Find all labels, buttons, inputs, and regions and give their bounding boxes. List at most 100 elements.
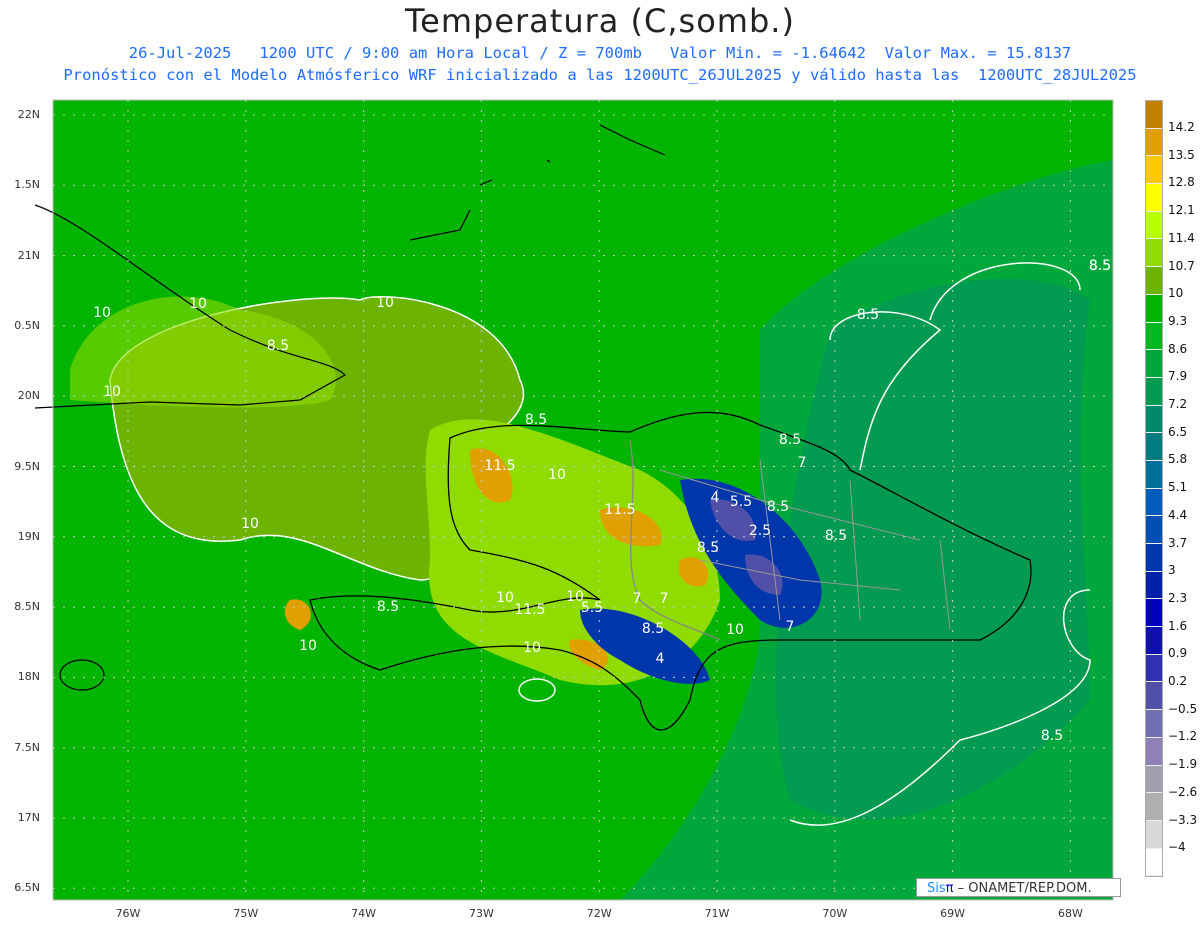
contour-label: 10 <box>189 296 207 312</box>
credit-org: – ONAMET/REP.DOM. <box>953 881 1092 896</box>
contour-label: 8.5 <box>767 499 789 515</box>
contour-label: 8.5 <box>825 528 847 544</box>
lat-tick-label: 1.5N <box>14 178 40 192</box>
colorbar-label: 3.7 <box>1168 535 1188 550</box>
colorbar-label: 10.7 <box>1168 258 1195 273</box>
colorbar-label: 11.4 <box>1168 230 1195 245</box>
lat-tick-label: 6.5N <box>14 881 40 895</box>
colorbar-swatch <box>1146 433 1162 461</box>
lat-tick-label: 9.5N <box>14 459 40 473</box>
colorbar-label: 5.1 <box>1168 480 1188 495</box>
lat-tick-label: 17N <box>17 811 40 824</box>
contour-label: 4 <box>711 490 720 506</box>
lon-tick-label: 74W <box>351 907 377 920</box>
colorbar-swatch <box>1146 737 1162 766</box>
contour-label: 10 <box>496 590 514 606</box>
colorbar-label: 1.6 <box>1168 618 1188 633</box>
lon-tick-label: 73W <box>468 907 494 920</box>
colorbar-label: 14.2 <box>1168 120 1195 134</box>
contour-label: 11.5 <box>604 502 635 518</box>
colorbar-label: 12.1 <box>1168 203 1195 218</box>
contour-label: 11.5 <box>484 458 515 474</box>
colorbar-swatch <box>1146 405 1162 434</box>
colorbar-swatch <box>1146 654 1162 683</box>
colorbar-swatch <box>1146 156 1162 185</box>
lat-tick-label: 22N <box>17 108 40 121</box>
colorbar-swatch <box>1146 544 1162 572</box>
contour-label: 5.5 <box>581 600 603 616</box>
colorbar-label: 10 <box>1168 286 1184 301</box>
lat-tick-label: 18N <box>17 670 40 684</box>
colorbar-swatch <box>1146 793 1162 821</box>
colorbar-label: 9.3 <box>1168 313 1188 328</box>
temperature-map: 10101010108.5108.58.511.5108.54 5.58.5711… <box>34 99 1114 901</box>
colorbar-swatch <box>1146 377 1162 406</box>
contour-label: 8.5 <box>857 307 879 323</box>
colorbar-swatch <box>1146 460 1162 489</box>
colorbar-label: 0.9 <box>1168 646 1188 661</box>
contour-label: 11.5 <box>514 602 545 618</box>
colorbar-label: −3.3 <box>1168 812 1198 827</box>
lon-tick-label: 70W <box>822 907 848 920</box>
lon-tick-label: 71W <box>704 907 730 920</box>
colorbar-label: 6.5 <box>1168 424 1188 439</box>
contour-label: 8.5 <box>377 599 399 615</box>
lon-tick-label: 75W <box>233 907 259 920</box>
colorbar-label: −1.2 <box>1168 729 1198 744</box>
contour-label: 10 <box>548 467 566 483</box>
colorbar-swatch <box>1146 627 1162 655</box>
colorbar-swatch <box>1146 820 1162 849</box>
colorbar-swatch <box>1146 571 1162 600</box>
contour-label: 7 <box>660 591 669 607</box>
contour-label: 10 <box>376 295 394 311</box>
colorbar-label: −2.6 <box>1168 784 1198 799</box>
lon-tick-label: 76W <box>115 907 141 920</box>
lon-tick-label: 69W <box>940 907 966 920</box>
colorbar-label: 12.8 <box>1168 175 1195 190</box>
colorbar-label: −0.5 <box>1168 701 1198 716</box>
colorbar-swatch <box>1146 267 1162 295</box>
colorbar-swatch <box>1146 682 1162 711</box>
contour-label: 8.5 <box>267 338 289 354</box>
lat-tick-label: 7.5N <box>14 740 40 754</box>
lat-tick-label: 8.5N <box>14 600 40 614</box>
colorbar-swatch <box>1146 765 1162 794</box>
colorbar-label: 7.2 <box>1168 397 1188 411</box>
contour-label: 7 <box>633 591 642 607</box>
lat-tick-label: 20N <box>17 389 40 403</box>
colorbar-label: −1.9 <box>1168 757 1198 772</box>
colorbar <box>1145 100 1163 878</box>
colorbar-label: −4 <box>1168 840 1186 855</box>
colorbar-swatch <box>1146 350 1162 378</box>
lat-tick-label: 21N <box>17 248 40 262</box>
colorbar-swatch <box>1146 848 1162 877</box>
credit-sis: Sis <box>927 881 946 896</box>
colorbar-swatch <box>1146 294 1162 323</box>
contour-label: 8.5 <box>1089 258 1111 274</box>
colorbar-label: 13.5 <box>1168 147 1195 162</box>
colorbar-label: 7.9 <box>1168 369 1188 384</box>
colorbar-swatch <box>1146 322 1162 351</box>
colorbar-label: 8.6 <box>1168 341 1188 356</box>
contour-label: 8.5 <box>525 412 547 428</box>
contour-label: 7 <box>798 455 807 471</box>
colorbar-swatch <box>1146 184 1162 212</box>
colorbar-label: 2.3 <box>1168 590 1188 605</box>
contour-label: 4 <box>656 651 665 667</box>
colorbar-swatch <box>1146 128 1162 157</box>
colorbar-swatch <box>1146 239 1162 268</box>
contour-label: 7 <box>786 619 795 635</box>
colorbar-swatch <box>1146 211 1162 240</box>
colorbar-swatch <box>1146 488 1162 517</box>
colorbar-swatch <box>1146 516 1162 544</box>
contour-label: 8.5 <box>779 432 801 448</box>
lat-tick-label: 0.5N <box>14 318 40 332</box>
contour-label: 10 <box>241 516 259 532</box>
contour-label: 10 <box>299 638 317 654</box>
contour-label: 8.5 <box>642 621 664 637</box>
contour-label: 2.5 <box>749 523 771 539</box>
lon-tick-label: 72W <box>586 907 612 920</box>
colorbar-label: 0.2 <box>1168 674 1188 688</box>
lat-tick-label: 19N <box>17 529 40 543</box>
contour-label: 10 <box>93 305 111 321</box>
